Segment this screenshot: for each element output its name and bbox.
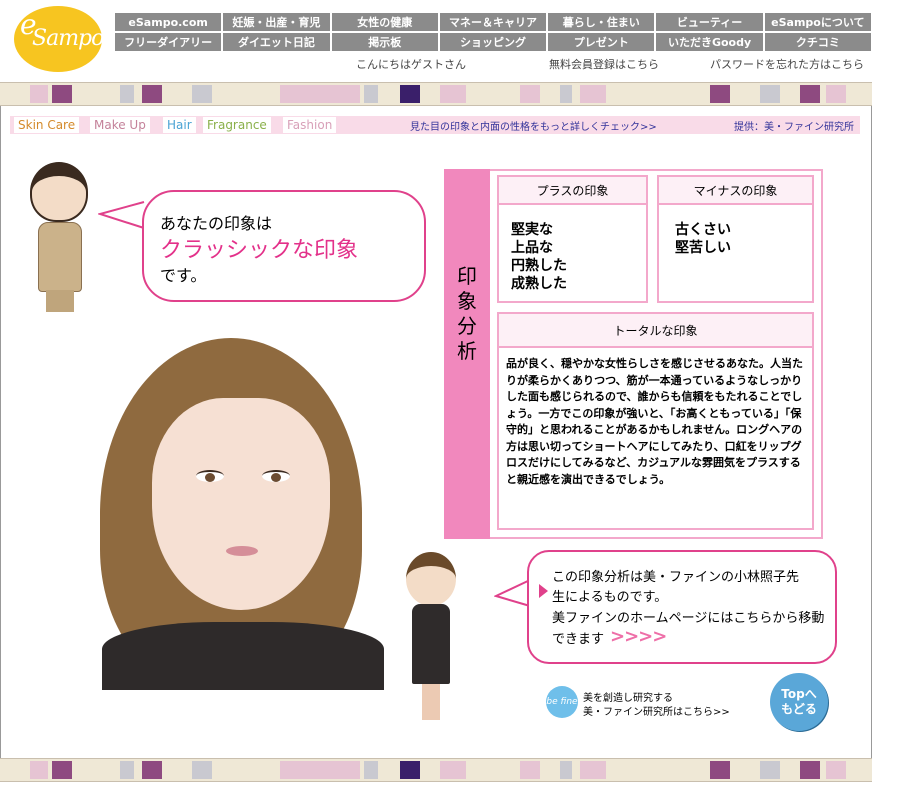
consultant-character-legs — [46, 290, 74, 312]
nav-about[interactable]: eSampoについて — [764, 13, 871, 31]
instructor-character-head — [406, 552, 456, 606]
info-line-2: 生によるものです。 — [552, 590, 668, 605]
analysis-title: 印 象 分 析 — [457, 264, 477, 363]
detail-check-link[interactable]: 見た目の印象と内面の性格をもっと詳しくチェック>> — [410, 118, 657, 133]
result-intro: あなたの印象は — [160, 214, 273, 233]
minus-impression-box: マイナスの印象 古くさい 堅苦しい — [657, 175, 814, 303]
minus-impression-title: マイナスの印象 — [659, 177, 812, 205]
result-impression: クラッシックな印象 — [160, 238, 359, 263]
nav-living[interactable]: 暮らし・住まい — [548, 13, 655, 31]
nav-bbs[interactable]: 掲示板 — [331, 33, 438, 51]
total-impression-text: 品が良く、穏やかな女性らしさを感じさせるあなた。人当たりが柔らかくありつつ、筋が… — [506, 357, 803, 486]
nav-money-career[interactable]: マネー＆キャリア — [439, 13, 547, 31]
info-line-4[interactable]: できます — [552, 628, 604, 647]
tab-skin-care[interactable]: Skin Care — [14, 117, 80, 133]
consultant-character-head — [30, 162, 88, 222]
nav-review[interactable]: クチコミ — [764, 33, 871, 51]
nav-esampo-com[interactable]: eSampo.com — [115, 13, 222, 31]
nav-beauty[interactable]: ビューティー — [656, 13, 763, 31]
pointer-icon — [539, 584, 548, 598]
total-impression-title: トータルな印象 — [499, 314, 812, 348]
befine-logo-icon[interactable]: be fine — [546, 686, 578, 718]
tab-fragrance[interactable]: Fragrance — [203, 117, 271, 133]
minus-impression-list: 古くさい 堅苦しい — [675, 222, 731, 256]
nav-shopping[interactable]: ショッピング — [439, 33, 547, 51]
back-to-top-button[interactable]: Topへ もどる — [770, 673, 828, 731]
top-navigation: eSampo.com 妊娠・出産・育児 女性の健康 マネー＆キャリア 暮らし・住… — [115, 13, 871, 51]
nav-diet-diary[interactable]: ダイエット日記 — [223, 33, 330, 51]
category-bar: Skin Care Make Up Hair Fragrance Fashion… — [10, 116, 860, 134]
instructor-character-body — [412, 604, 450, 684]
face-lips — [226, 546, 258, 556]
decorative-strip-top — [0, 82, 872, 106]
guest-greeting: こんにちはゲストさん — [356, 58, 466, 71]
nav-goody[interactable]: いただきGoody — [656, 33, 763, 51]
face-illustration-skin — [152, 398, 330, 610]
arrow-link-icon[interactable]: >>>> — [610, 626, 667, 647]
instructor-character-legs — [422, 684, 440, 720]
face-right-eye — [262, 470, 290, 482]
tab-make-up[interactable]: Make Up — [90, 117, 150, 133]
logo-text: Sampo — [32, 26, 104, 51]
esampo-logo[interactable]: e Sampo — [14, 6, 104, 72]
consultant-character-body — [38, 222, 82, 292]
plus-impression-title: プラスの印象 — [499, 177, 646, 205]
bubble1-tail — [98, 201, 145, 229]
face-illustration-body — [102, 622, 384, 690]
nav-present[interactable]: プレゼント — [548, 33, 655, 51]
info-line-3[interactable]: 美ファインのホームページにはこちらから移動 — [552, 607, 824, 626]
befine-link[interactable]: 美を創造し研究する 美・ファイン研究所はこちら>> — [583, 692, 730, 720]
info-line-1: この印象分析は美・ファインの小林照子先 — [552, 570, 800, 585]
nav-free-diary[interactable]: フリーダイアリー — [115, 33, 222, 51]
register-link[interactable]: 無料会員登録はこちら — [549, 56, 659, 72]
nav-womens-health[interactable]: 女性の健康 — [331, 13, 438, 31]
forgot-password-link[interactable]: パスワードを忘れた方はこちら — [710, 56, 864, 72]
nav-pregnancy[interactable]: 妊娠・出産・育児 — [223, 13, 330, 31]
decorative-strip-bottom — [0, 758, 872, 782]
tab-hair[interactable]: Hair — [163, 117, 196, 133]
plus-impression-box: プラスの印象 堅実な 上品な 円熟した 成熟した — [497, 175, 648, 303]
result-suffix: です。 — [160, 266, 207, 285]
provider-credit[interactable]: 提供：美・ファイン研究所 — [734, 118, 854, 133]
tab-fashion[interactable]: Fashion — [283, 117, 337, 133]
plus-impression-list: 堅実な 上品な 円熟した 成熟した — [511, 222, 567, 292]
face-left-eye — [196, 470, 224, 482]
